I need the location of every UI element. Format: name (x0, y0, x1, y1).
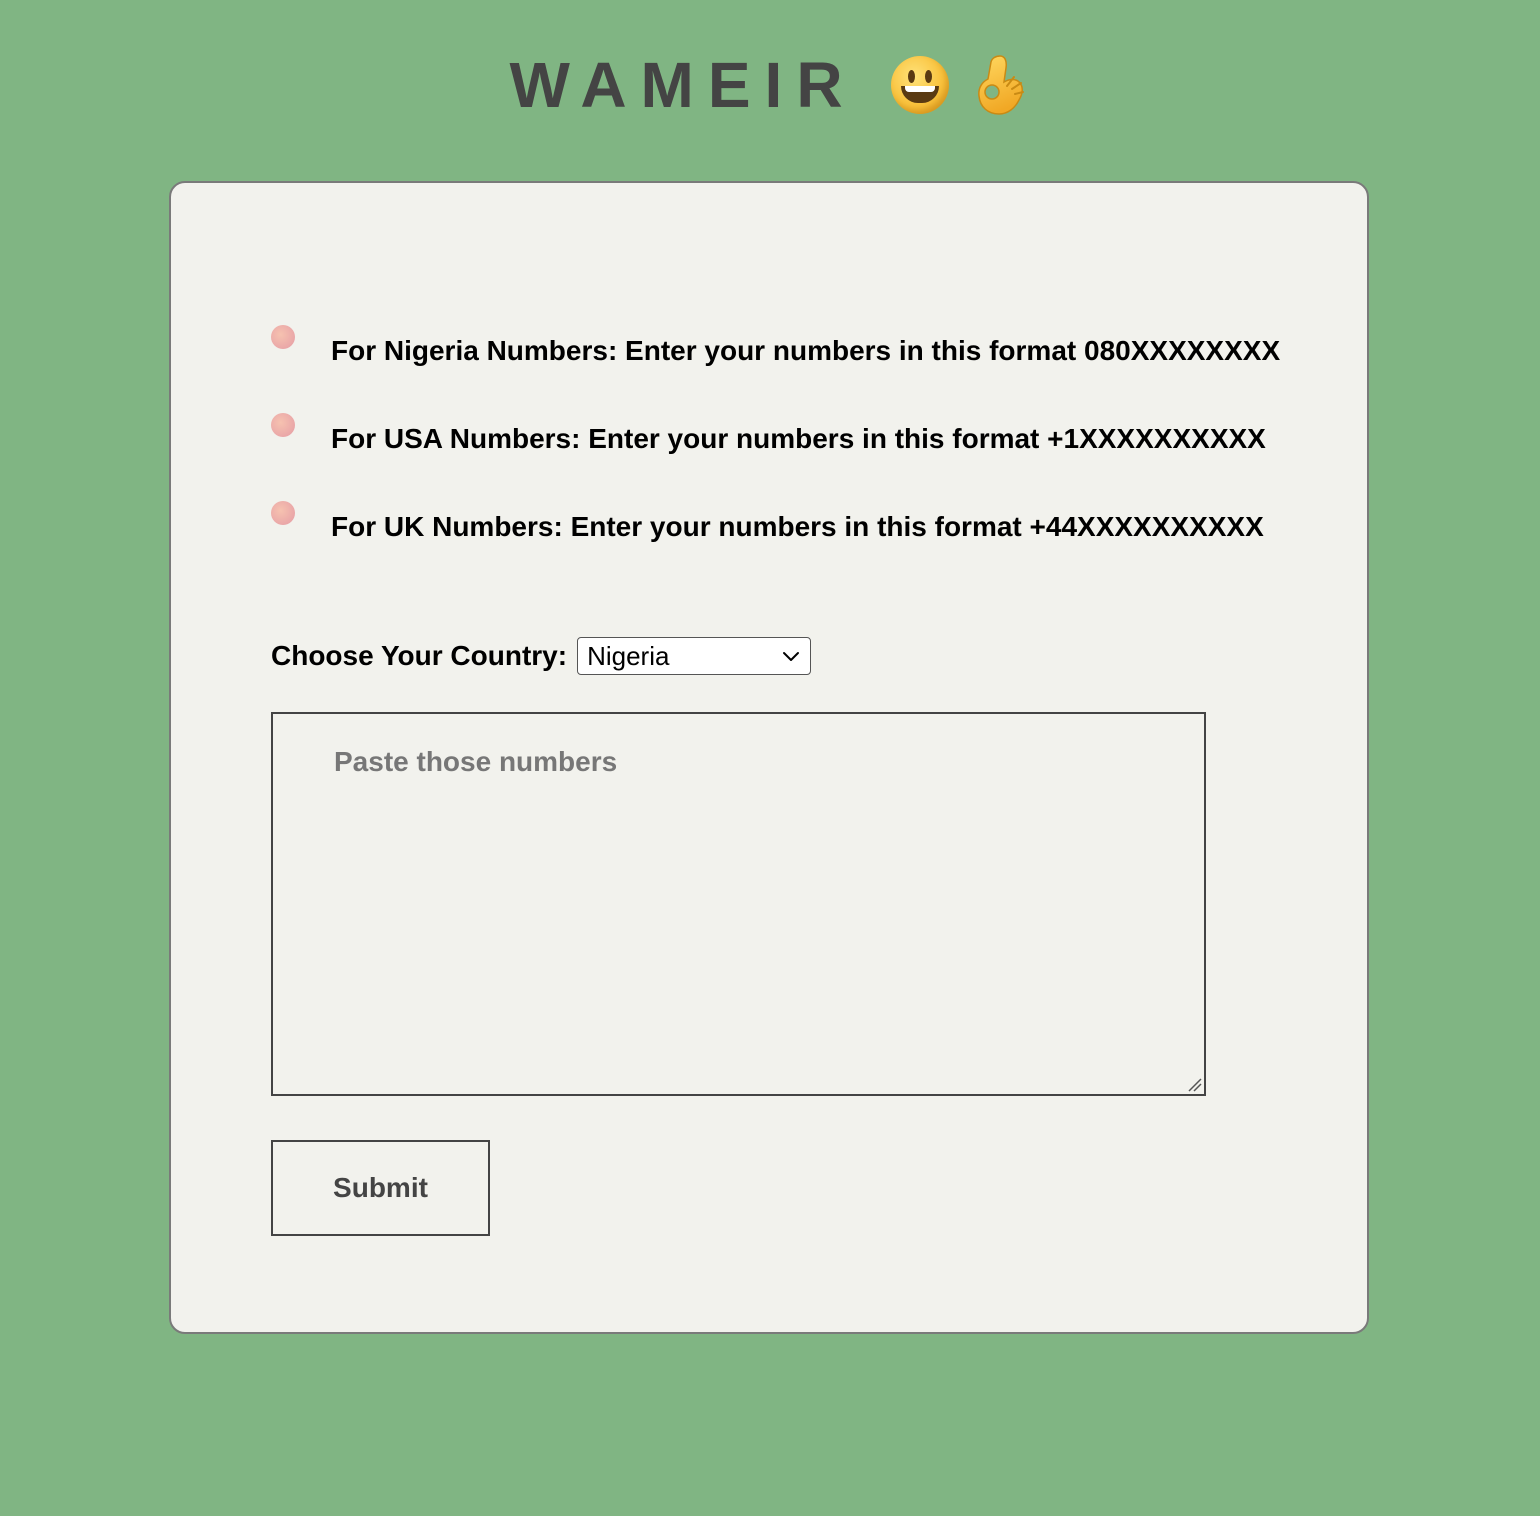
numbers-textarea[interactable]: Paste those numbers (271, 712, 1206, 1096)
country-selected-value: Nigeria (587, 640, 670, 671)
app-header: WAMEIR (0, 40, 1540, 130)
list-item: For Nigeria Numbers: Enter your numbers … (271, 323, 1331, 379)
brand-title: WAMEIR (509, 49, 857, 121)
emoji-group (890, 52, 1031, 118)
resize-handle-icon[interactable] (1186, 1076, 1202, 1092)
main-card: For Nigeria Numbers: Enter your numbers … (169, 181, 1369, 1334)
format-instructions: For Nigeria Numbers: Enter your numbers … (271, 323, 1331, 555)
chevron-down-icon (783, 652, 800, 661)
numbers-placeholder: Paste those numbers (334, 746, 618, 777)
country-label: Choose Your Country: (271, 640, 568, 671)
instruction-text-uk: For UK Numbers: Enter your numbers in th… (331, 511, 1264, 542)
bullet-icon (271, 413, 295, 437)
list-item: For USA Numbers: Enter your numbers in t… (271, 411, 1331, 467)
instruction-text-usa: For USA Numbers: Enter your numbers in t… (331, 423, 1266, 454)
list-item: For UK Numbers: Enter your numbers in th… (271, 499, 1331, 555)
ok-hand-icon (977, 55, 1024, 115)
bullet-icon (271, 325, 295, 349)
bullet-icon (271, 501, 295, 525)
instruction-text-nigeria: For Nigeria Numbers: Enter your numbers … (331, 335, 1281, 366)
country-row: Choose Your Country: Nigeria (271, 637, 812, 675)
grinning-face-icon (890, 56, 949, 114)
country-select[interactable]: Nigeria (577, 637, 812, 675)
submit-button[interactable]: Submit (271, 1140, 490, 1236)
